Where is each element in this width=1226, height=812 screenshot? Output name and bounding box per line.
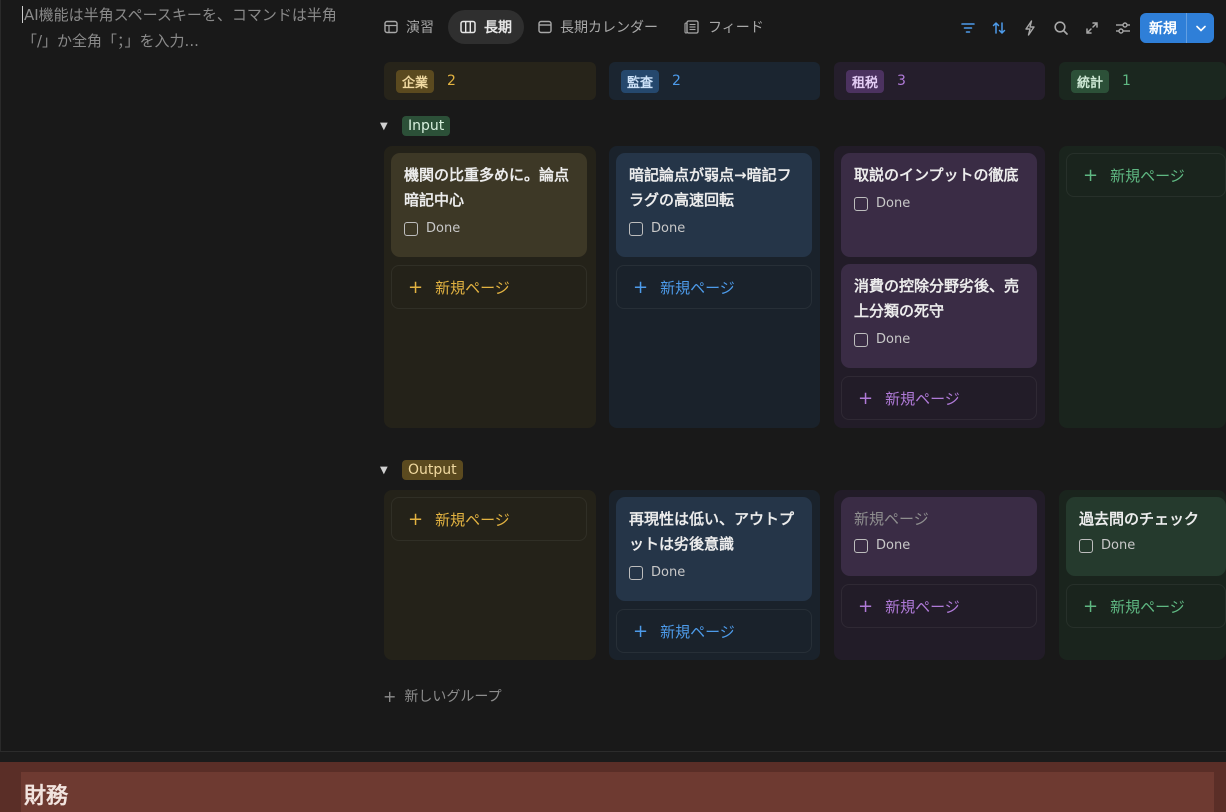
new-page-button[interactable]: + 新規ページ xyxy=(391,497,587,541)
card[interactable]: 消費の控除分野劣後、売上分類の死守 Done xyxy=(841,264,1037,368)
expand-icon xyxy=(1085,22,1098,34)
ai-hint-placeholder[interactable]: AI機能は半角スペースキーを、コマンドは半角「/」か全角「；」を入力... xyxy=(22,2,342,54)
sort-button[interactable] xyxy=(983,14,1014,42)
card[interactable]: 取説のインプットの徹底 Done xyxy=(841,153,1037,257)
plus-icon: + xyxy=(858,595,874,617)
feed-icon xyxy=(684,20,699,34)
search-button[interactable] xyxy=(1045,14,1076,42)
tab-long-term[interactable]: 長期 xyxy=(448,10,524,44)
new-page-button[interactable]: + 新規ページ xyxy=(1066,153,1226,197)
view-tools xyxy=(952,14,1138,42)
plus-icon: + xyxy=(858,387,874,409)
new-page-button[interactable]: + 新規ページ xyxy=(616,609,812,653)
plus-icon: + xyxy=(1083,595,1099,617)
column-header-sozei[interactable]: 租税 3 xyxy=(834,62,1045,100)
new-page-button[interactable]: + 新規ページ xyxy=(1066,584,1226,628)
section-title[interactable]: 財務 xyxy=(21,772,1214,812)
plus-icon: + xyxy=(1083,164,1099,186)
card[interactable]: 再現性は低い、アウトプットは劣後意識 Done xyxy=(616,497,812,601)
new-page-button[interactable]: + 新規ページ xyxy=(391,265,587,309)
card[interactable]: 機関の比重多めに。論点暗記中心 Done xyxy=(391,153,587,257)
view-settings-button[interactable] xyxy=(1107,14,1138,42)
settings-icon xyxy=(1115,22,1130,34)
new-button[interactable]: 新規 xyxy=(1140,13,1214,43)
new-page-button[interactable]: + 新規ページ xyxy=(841,376,1037,420)
plus-icon: + xyxy=(633,276,649,298)
column-header-kansa[interactable]: 監査 2 xyxy=(609,62,820,100)
tab-feed[interactable]: フィード xyxy=(672,10,776,44)
collapse-triangle-icon[interactable]: ▼ xyxy=(380,465,402,476)
automation-button[interactable] xyxy=(1014,14,1045,42)
tab-exercise[interactable]: 演習 xyxy=(372,10,446,44)
plus-icon: + xyxy=(408,508,424,530)
table-icon xyxy=(384,20,398,34)
filter-icon xyxy=(960,23,975,33)
done-checkbox[interactable]: Done xyxy=(404,221,574,236)
automation-icon xyxy=(1024,20,1035,36)
board-icon xyxy=(460,20,476,34)
new-group-button[interactable]: + 新しいグループ xyxy=(383,686,502,706)
done-checkbox[interactable]: Done xyxy=(854,332,1024,347)
card[interactable]: 暗記論点が弱点→暗記フラグの高速回転 Done xyxy=(616,153,812,257)
done-checkbox[interactable]: Done xyxy=(629,565,799,580)
new-page-button[interactable]: + 新規ページ xyxy=(841,584,1037,628)
group-header-output[interactable]: ▼ Output xyxy=(380,458,463,482)
done-checkbox[interactable]: Done xyxy=(1079,538,1213,553)
plus-icon: + xyxy=(408,276,424,298)
done-checkbox[interactable]: Done xyxy=(629,221,799,236)
tab-long-term-calendar[interactable]: 長期カレンダー xyxy=(526,10,670,44)
card[interactable]: 新規ページ Done xyxy=(841,497,1037,576)
calendar-icon xyxy=(538,20,552,34)
filter-button[interactable] xyxy=(952,14,983,42)
column-header-kigyo[interactable]: 企業 2 xyxy=(384,62,596,100)
expand-button[interactable] xyxy=(1076,14,1107,42)
done-checkbox[interactable]: Done xyxy=(854,196,1024,211)
done-checkbox[interactable]: Done xyxy=(854,538,1024,553)
search-icon xyxy=(1053,21,1068,35)
plus-icon: + xyxy=(633,620,649,642)
sort-icon xyxy=(992,21,1005,35)
group-header-input[interactable]: ▼ Input xyxy=(380,114,451,138)
column-header-tokei[interactable]: 統計 1 xyxy=(1059,62,1226,100)
collapse-triangle-icon[interactable]: ▼ xyxy=(380,121,402,132)
plus-icon: + xyxy=(383,686,397,706)
view-tabs: 演習 長期 長期カレンダー フィード xyxy=(372,10,778,44)
new-page-button[interactable]: + 新規ページ xyxy=(616,265,812,309)
card[interactable]: 過去問のチェック Done xyxy=(1066,497,1226,576)
chevron-down-icon[interactable] xyxy=(1187,25,1214,32)
